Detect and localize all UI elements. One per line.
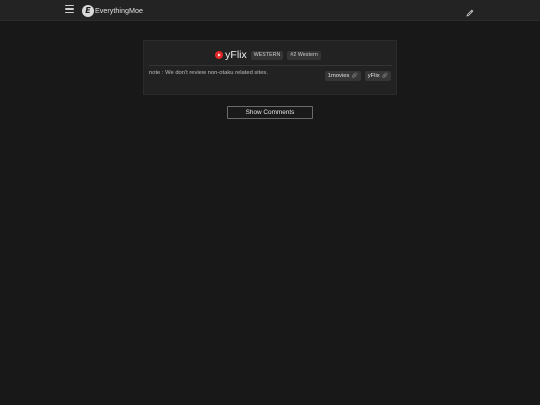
pencil-icon[interactable] [465,5,475,17]
link-tag-1movies[interactable]: 1movies 🔗︎ [324,71,361,81]
youtube-play-icon [215,51,224,59]
rank-badge: #2 Western [287,50,321,60]
divider [149,65,392,66]
brand-logo-link[interactable]: E EverythingMoe [82,4,143,17]
link-tag-yflix[interactable]: yFlix 🔗︎ [364,71,391,81]
brand-name: EverythingMoe [95,6,143,15]
alt-links: 1movies 🔗︎ yFlix 🔗︎ [324,71,391,81]
top-navbar: E EverythingMoe [0,0,540,21]
site-title-row: yFlix WESTERN #2 Western [144,48,396,62]
link-tag-label: 1movies [327,73,350,79]
link-icon: 🔗︎ [381,73,388,79]
site-card: yFlix WESTERN #2 Western note : We don't… [143,40,397,95]
site-title[interactable]: yFlix [225,49,247,61]
site-note: note : We don't review non-otaku related… [149,70,268,76]
link-tag-label: yFlix [367,73,380,79]
logo-icon: E [82,4,94,17]
hamburger-menu-icon[interactable] [65,5,75,15]
show-comments-button[interactable]: Show Comments [227,106,313,119]
link-icon: 🔗︎ [351,73,358,79]
category-badge: WESTERN [250,50,284,60]
